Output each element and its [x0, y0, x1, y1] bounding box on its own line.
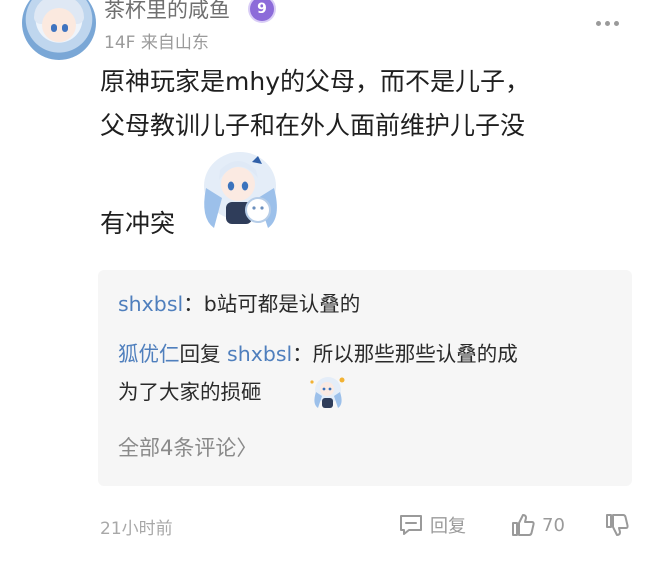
- reply-icon: [400, 515, 422, 535]
- chevron-right-icon: 〉: [236, 436, 258, 460]
- view-all-comments-label: 全部4条评论: [118, 436, 237, 460]
- post-content: 原神玩家是mhy的父母，而不是儿子， 父母教训儿子和在外人面前维护儿子没: [100, 60, 640, 148]
- avatar[interactable]: [22, 0, 96, 60]
- more-dot: [605, 20, 610, 26]
- avatar-eye-right: [62, 24, 68, 32]
- sub-comment-sep: ：: [183, 292, 204, 316]
- floor-meta: 14F 来自山东: [104, 28, 209, 53]
- avatar-face: [42, 8, 76, 42]
- location: 来自山东: [140, 33, 209, 53]
- avatar-eye-left: [51, 24, 57, 32]
- timestamp: 21小时前: [100, 519, 173, 539]
- sub-comment[interactable]: 狐优仁回复 shxbsl：所以那些那些认叠的成: [118, 338, 518, 370]
- reply-button[interactable]: 回复: [398, 512, 466, 538]
- like-button[interactable]: 70: [510, 512, 565, 538]
- thumbs-up-icon: [512, 514, 535, 536]
- thumbs-down-icon: [606, 514, 629, 536]
- sub-comment-verb: 回复: [179, 342, 221, 366]
- sub-comments-box: shxbsl：b站可都是认叠的 狐优仁回复 shxbsl：所以那些那些认叠的成 …: [98, 270, 632, 486]
- sub-comment-text: b站可都是认叠的: [203, 292, 361, 316]
- sticker-image: [310, 377, 345, 408]
- sub-comment-text: 所以那些那些认叠的成: [312, 342, 518, 366]
- sub-comment-user[interactable]: shxbsl: [118, 292, 183, 316]
- reply-label: 回复: [430, 516, 466, 537]
- sub-comment-sep: ：: [292, 342, 313, 366]
- post-content-line: 原神玩家是mhy的父母，而不是儿子，: [100, 67, 530, 96]
- more-icon[interactable]: [596, 16, 624, 30]
- sub-comment-continuation: 为了大家的损砸: [118, 376, 262, 408]
- sub-comment-text: 为了大家的损砸: [118, 380, 262, 404]
- dislike-button[interactable]: [604, 512, 630, 542]
- post-content-tail: 有冲突: [100, 209, 176, 238]
- more-dot: [596, 20, 601, 26]
- view-all-comments-link[interactable]: 全部4条评论〉: [118, 432, 257, 462]
- more-dot: [614, 20, 619, 26]
- sub-comment-user[interactable]: 狐优仁: [118, 342, 180, 366]
- floor-number: 14F: [104, 33, 136, 53]
- level-badge: 9: [250, 0, 274, 21]
- post-content-line: 父母教训儿子和在外人面前维护儿子没: [100, 111, 526, 140]
- sub-comment-target-user[interactable]: shxbsl: [227, 342, 292, 366]
- sub-comment[interactable]: shxbsl：b站可都是认叠的: [118, 288, 360, 320]
- comment-footer: 21小时前 回复 70: [0, 512, 660, 542]
- username[interactable]: 茶杯里的咸鱼: [104, 0, 230, 24]
- sticker-image: [204, 152, 277, 228]
- like-count: 70: [542, 514, 565, 536]
